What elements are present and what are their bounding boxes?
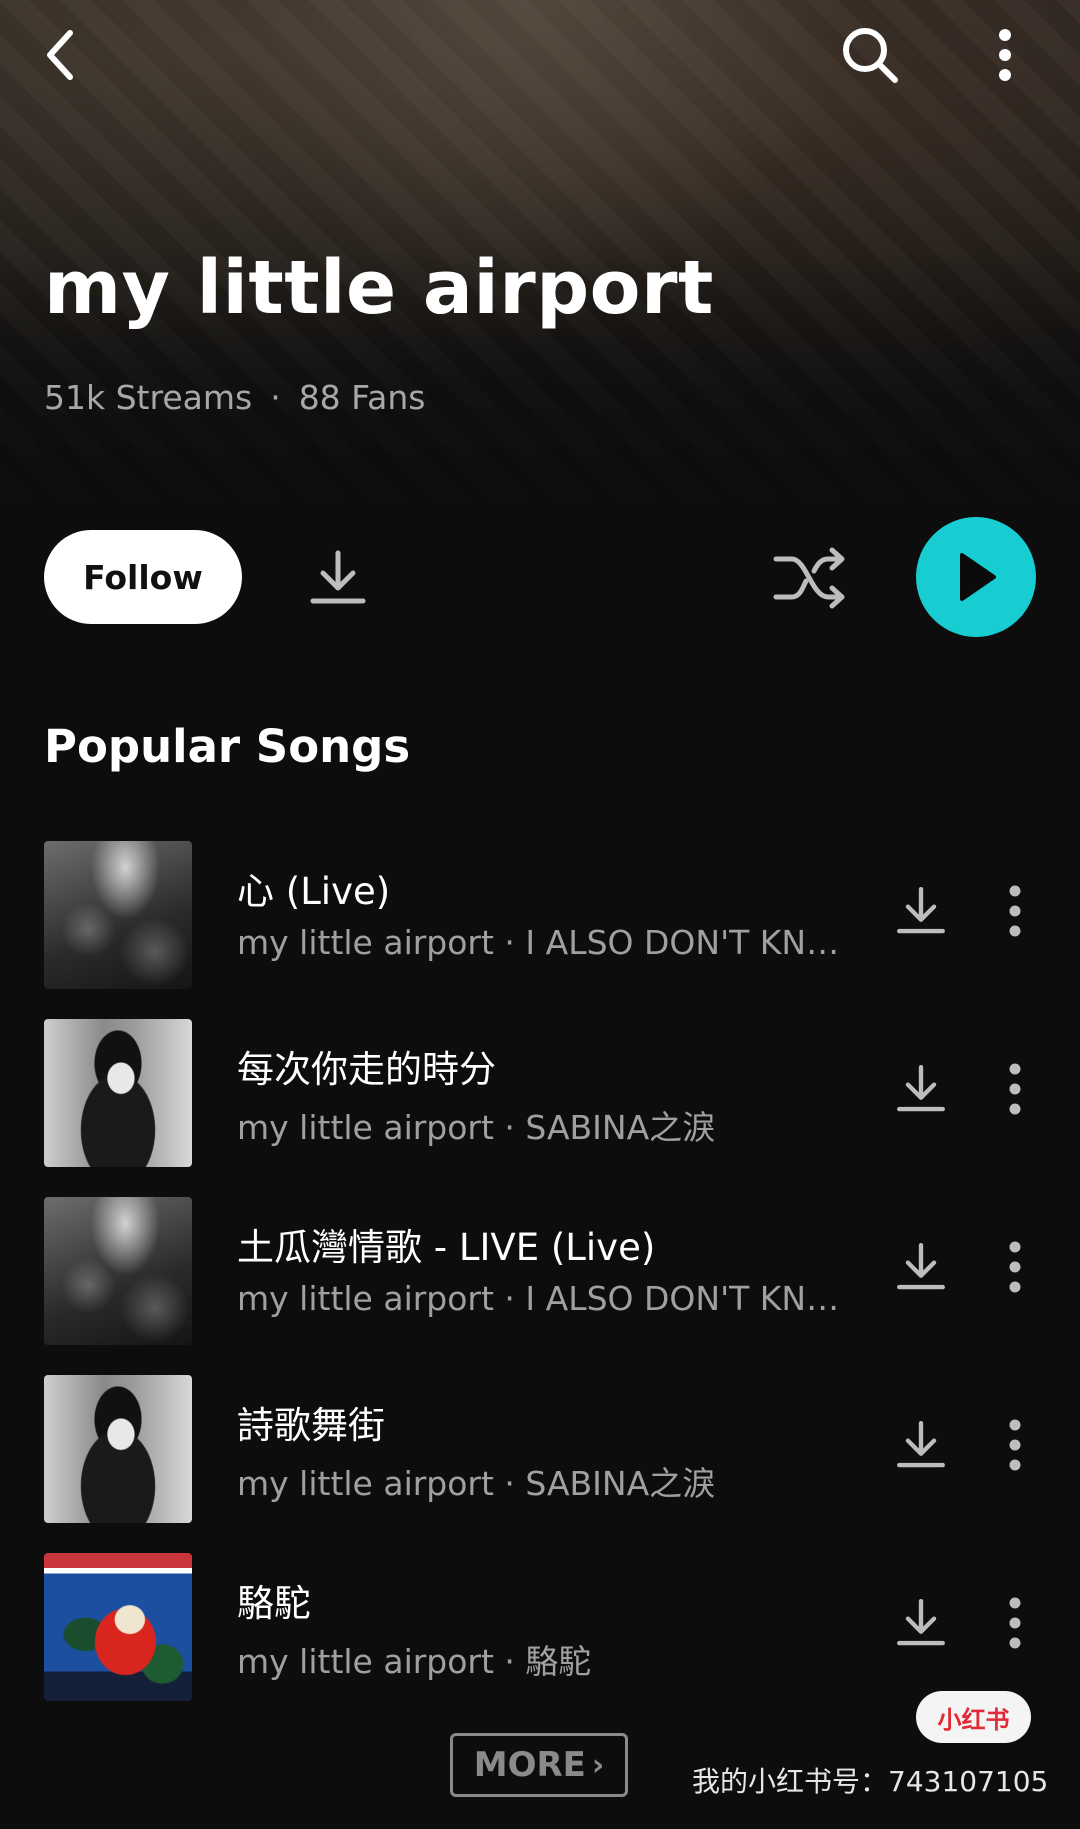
play-all-button[interactable] <box>916 517 1036 637</box>
more-button[interactable]: MORE › <box>450 1733 628 1797</box>
song-download-button[interactable] <box>890 1237 952 1297</box>
download-icon <box>310 550 365 603</box>
song-row[interactable]: 心 (Live) my little airport · I ALSO DON'… <box>0 841 1080 991</box>
search-icon <box>843 28 898 83</box>
more-vertical-icon <box>1009 1063 1021 1115</box>
play-icon <box>960 553 996 601</box>
xiaohongshu-badge: 小红书 <box>916 1691 1031 1743</box>
song-title: 詩歌舞街 <box>237 1404 385 1447</box>
chevron-right-icon: › <box>591 1747 605 1783</box>
song-download-button[interactable] <box>890 1415 952 1475</box>
streams-count: 51k Streams <box>44 378 253 417</box>
song-row[interactable]: 詩歌舞街 my little airport · SABINA之淚 <box>0 1375 1080 1525</box>
song-subtitle: my little airport · I ALSO DON'T KNOW WH… <box>237 1279 849 1318</box>
song-more-button[interactable] <box>995 1588 1035 1658</box>
more-vertical-icon <box>1009 885 1021 937</box>
song-subtitle: my little airport · I ALSO DON'T KNOW WH… <box>237 923 849 962</box>
song-download-button[interactable] <box>890 1059 952 1119</box>
download-icon <box>897 1599 945 1646</box>
download-all-button[interactable] <box>300 540 375 615</box>
more-vertical-icon <box>1009 1419 1021 1471</box>
song-row[interactable]: 每次你走的時分 my little airport · SABINA之淚 <box>0 1019 1080 1169</box>
song-row[interactable]: 駱駝 my little airport · 駱駝 <box>0 1553 1080 1703</box>
artist-page: my little airport 51k Streams · 88 Fans Fo… <box>0 0 1080 1829</box>
watermark-text: 我的小红书号：743107105 <box>692 1765 1049 1798</box>
more-options-button[interactable] <box>975 20 1035 90</box>
section-title: Popular Songs <box>44 720 411 773</box>
more-label: MORE <box>473 1745 586 1785</box>
shuffle-icon <box>773 547 845 608</box>
shuffle-button[interactable] <box>770 540 850 615</box>
chevron-left-icon <box>47 30 73 80</box>
song-more-button[interactable] <box>995 876 1035 946</box>
download-icon <box>897 1065 945 1112</box>
album-art <box>44 1375 192 1523</box>
more-vertical-icon <box>1009 1597 1021 1649</box>
download-icon <box>897 887 945 934</box>
more-vertical-icon <box>999 29 1011 81</box>
song-more-button[interactable] <box>995 1410 1035 1480</box>
stats-separator: · <box>270 378 281 417</box>
album-art <box>44 1197 192 1345</box>
artist-stats: 51k Streams · 88 Fans <box>44 378 425 417</box>
song-row[interactable]: 土瓜灣情歌 - LIVE (Live) my little airport · … <box>0 1197 1080 1347</box>
download-icon <box>897 1421 945 1468</box>
album-art <box>44 1553 192 1701</box>
song-download-button[interactable] <box>890 881 952 941</box>
fans-count: 88 Fans <box>298 378 426 417</box>
album-art <box>44 841 192 989</box>
song-title: 心 (Live) <box>237 870 391 913</box>
song-title: 每次你走的時分 <box>237 1048 496 1091</box>
song-more-button[interactable] <box>995 1232 1035 1302</box>
search-button[interactable] <box>835 20 905 90</box>
song-more-button[interactable] <box>995 1054 1035 1124</box>
artist-name: my little airport <box>44 245 714 331</box>
song-title: 駱駝 <box>237 1582 311 1625</box>
more-vertical-icon <box>1009 1241 1021 1293</box>
follow-button[interactable]: Follow <box>44 530 242 624</box>
song-title: 土瓜灣情歌 - LIVE (Live) <box>237 1226 656 1269</box>
album-art <box>44 1019 192 1167</box>
back-button[interactable] <box>30 20 90 90</box>
song-subtitle: my little airport · SABINA之淚 <box>237 1108 716 1147</box>
song-subtitle: my little airport · SABINA之淚 <box>237 1464 716 1503</box>
song-download-button[interactable] <box>890 1593 952 1653</box>
song-subtitle: my little airport · 駱駝 <box>237 1642 592 1681</box>
download-icon <box>897 1243 945 1290</box>
